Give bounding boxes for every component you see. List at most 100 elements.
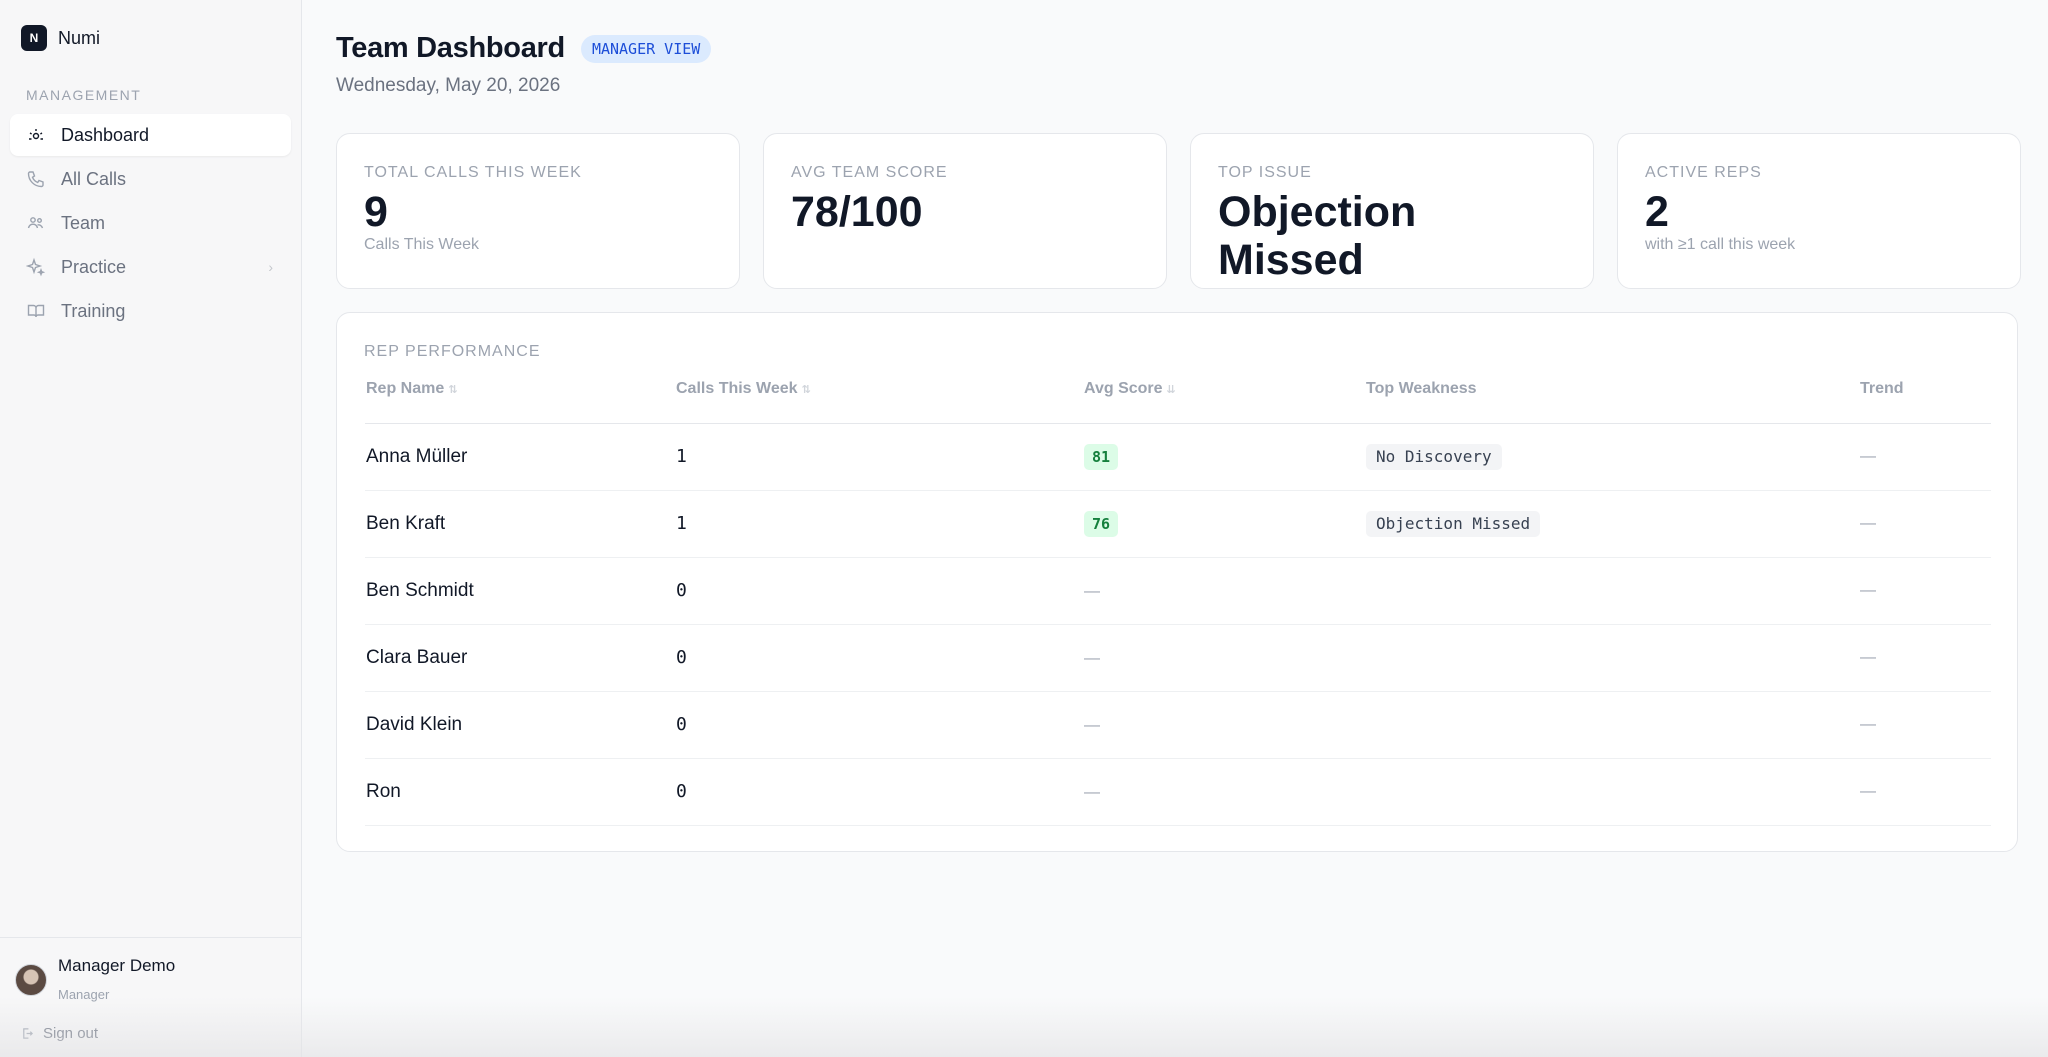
- trend-cell: —: [1860, 448, 1876, 465]
- sidebar: N Numi MANAGEMENT Dashboard All Calls Te…: [0, 0, 302, 1057]
- avg-score-cell: 81: [1084, 424, 1119, 490]
- table-title: REP PERFORMANCE: [364, 343, 541, 360]
- trend-cell: —: [1860, 649, 1876, 666]
- trend-cell: —: [1860, 582, 1876, 599]
- calls-count: 1: [676, 446, 687, 467]
- rep-name: David Klein: [366, 714, 463, 735]
- column-header-trend: Trend: [1860, 380, 1904, 397]
- column-label: Calls This Week: [676, 380, 798, 397]
- avatar[interactable]: [15, 964, 47, 996]
- sidebar-section-label: MANAGEMENT: [26, 87, 142, 103]
- sidebar-item-label: Team: [61, 212, 106, 233]
- stat-value: 78/100: [791, 188, 923, 236]
- main-content: Team Dashboard MANAGER VIEW Wednesday, M…: [303, 0, 2048, 1057]
- rep-performance-table: REP PERFORMANCE Rep Name ⇅ Calls This Wee…: [336, 312, 2018, 852]
- column-header-rep-name[interactable]: Rep Name ⇅: [366, 377, 457, 402]
- avg-score-cell: —: [1084, 692, 1100, 759]
- calls-count: 0: [676, 580, 687, 601]
- column-label: Rep Name: [366, 380, 445, 397]
- sort-desc-icon: ⇊: [1166, 384, 1176, 396]
- weakness-cell: No Discovery: [1366, 424, 1502, 490]
- sidebar-item-label: All Calls: [61, 168, 127, 189]
- calls-count: 0: [676, 781, 687, 802]
- user-panel: Manager Demo Manager Sign out: [0, 937, 302, 1057]
- sidebar-item-team[interactable]: Team: [10, 202, 291, 244]
- sidebar-nav: Dashboard All Calls Team Practice › Trai…: [10, 114, 291, 334]
- empty-score: —: [1084, 717, 1100, 734]
- sparkle-icon: [26, 257, 46, 277]
- sidebar-item-training[interactable]: Training: [10, 290, 291, 332]
- column-header-top-weakness: Top Weakness: [1366, 380, 1477, 397]
- signout-label: Sign out: [43, 1025, 99, 1042]
- sidebar-item-practice[interactable]: Practice ›: [10, 246, 291, 288]
- phone-icon: [27, 171, 44, 188]
- signout-icon: [23, 1028, 33, 1039]
- stat-label: AVG TEAM SCORE: [791, 164, 948, 181]
- signout-button[interactable]: Sign out: [21, 1025, 98, 1042]
- stat-label: TOTAL CALLS THIS WEEK: [364, 164, 582, 181]
- trend-cell: —: [1860, 716, 1876, 733]
- avg-score-cell: —: [1084, 759, 1100, 826]
- sidebar-item-label: Dashboard: [61, 124, 150, 145]
- table-row[interactable]: Anna Müller 1 81 No Discovery —: [365, 424, 1991, 491]
- stat-value: Objection Missed: [1218, 188, 1417, 284]
- table-row[interactable]: Clara Bauer 0 — —: [365, 625, 1991, 692]
- trend-cell: —: [1860, 783, 1876, 800]
- rep-name: Ben Kraft: [366, 513, 446, 534]
- team-icon: [27, 217, 44, 229]
- trend-cell: —: [1860, 515, 1876, 532]
- user-role: Manager: [58, 987, 110, 1002]
- book-icon: [27, 304, 45, 318]
- column-header-calls[interactable]: Calls This Week ⇅: [676, 377, 811, 402]
- page-header: Team Dashboard MANAGER VIEW: [336, 32, 712, 65]
- avg-score-cell: 76: [1084, 491, 1119, 557]
- stat-sub: Calls This Week: [364, 236, 479, 253]
- weakness-cell: Objection Missed: [1366, 491, 1541, 557]
- dashboard-icon: [29, 129, 43, 140]
- stat-label: ACTIVE REPS: [1645, 164, 1762, 181]
- view-badge: MANAGER VIEW: [580, 34, 712, 63]
- app-name: Numi: [58, 27, 101, 48]
- avg-score-cell: —: [1084, 558, 1100, 625]
- score-badge: 81: [1084, 443, 1119, 470]
- user-name: Manager Demo: [58, 956, 176, 975]
- stat-card-total-calls: TOTAL CALLS THIS WEEK 9 Calls This Week: [336, 133, 740, 289]
- calls-count: 0: [676, 714, 687, 735]
- column-header-avg-score[interactable]: Avg Score ⇊: [1084, 377, 1176, 402]
- page-title: Team Dashboard: [336, 32, 565, 64]
- rep-name: Clara Bauer: [366, 647, 468, 668]
- table-row[interactable]: Ben Kraft 1 76 Objection Missed —: [365, 491, 1991, 558]
- empty-score: —: [1084, 784, 1100, 801]
- weakness-tag: No Discovery: [1366, 443, 1502, 470]
- empty-score: —: [1084, 583, 1100, 600]
- stat-card-avg-score: AVG TEAM SCORE 78/100: [763, 133, 1167, 289]
- stat-card-top-issue: TOP ISSUE Objection Missed: [1190, 133, 1594, 289]
- weakness-tag: Objection Missed: [1366, 510, 1541, 537]
- table-row[interactable]: Ben Schmidt 0 — —: [365, 558, 1991, 625]
- page-date: Wednesday, May 20, 2026: [336, 75, 561, 96]
- chevron-right-icon: ›: [268, 259, 273, 275]
- table-row[interactable]: Ron 0 — —: [365, 759, 1991, 826]
- sort-icon: ⇅: [448, 384, 458, 396]
- sidebar-item-label: Practice: [61, 256, 127, 277]
- stat-value: 2: [1645, 188, 1669, 236]
- calls-count: 0: [676, 647, 687, 668]
- stat-card-active-reps: ACTIVE REPS 2 with ≥1 call this week: [1617, 133, 2021, 289]
- stat-cards: TOTAL CALLS THIS WEEK 9 Calls This Week …: [336, 133, 2021, 289]
- stat-sub: with ≥1 call this week: [1645, 236, 1796, 253]
- rep-name: Anna Müller: [366, 446, 468, 467]
- table-row[interactable]: David Klein 0 — —: [365, 692, 1991, 759]
- sidebar-item-all-calls[interactable]: All Calls: [10, 158, 291, 200]
- sidebar-item-label: Training: [61, 300, 126, 321]
- rep-name: Ben Schmidt: [366, 580, 474, 601]
- sidebar-item-dashboard[interactable]: Dashboard: [10, 114, 291, 156]
- table-body: Anna Müller 1 81 No Discovery — Ben Kraft 1 76 O…: [365, 424, 1991, 826]
- stat-value: 9: [364, 188, 388, 236]
- rep-name: Ron: [366, 781, 401, 802]
- avg-score-cell: —: [1084, 625, 1100, 692]
- score-badge: 76: [1084, 510, 1119, 537]
- column-label: Avg Score: [1084, 380, 1163, 397]
- brand[interactable]: N Numi: [21, 25, 100, 51]
- app-logo: N: [21, 25, 47, 51]
- sort-icon: ⇅: [801, 384, 811, 396]
